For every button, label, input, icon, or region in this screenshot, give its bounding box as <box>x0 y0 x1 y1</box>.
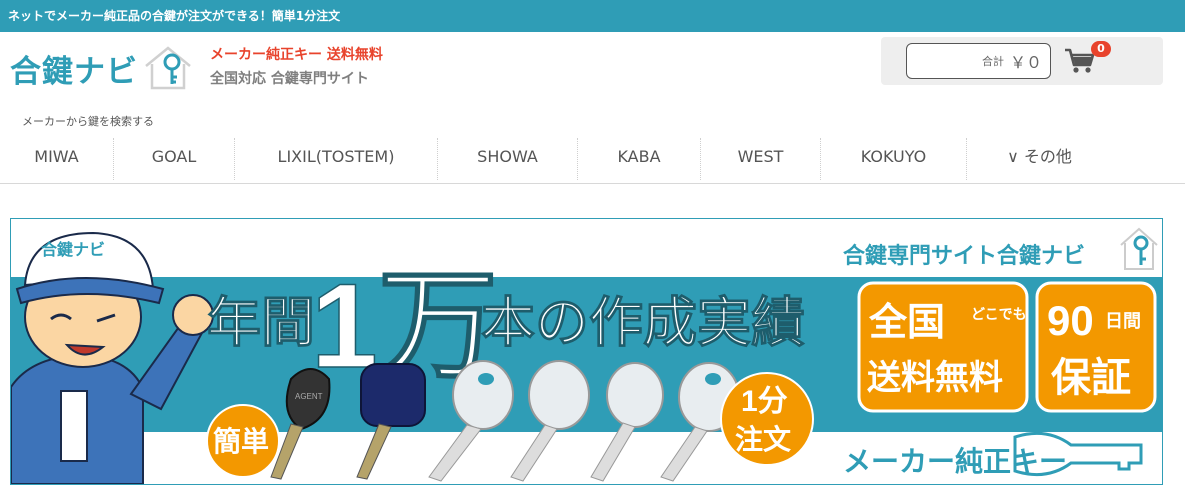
announcement-text: ネットでメーカー純正品の合鍵が注文ができる！簡単1分注文 <box>8 9 341 23</box>
shipping-anywhere: どこでも <box>971 306 1027 322</box>
nav-item-goal[interactable]: GOAL <box>114 134 234 182</box>
cart-total-value: ￥０ <box>1009 53 1042 72</box>
banner-brand: 合鍵専門サイト合鍵ナビ <box>843 243 1085 268</box>
cart-total-label: 合計 <box>981 55 1004 68</box>
warranty-days-unit: 日間 <box>1105 311 1141 331</box>
banner-house-icon <box>1120 227 1158 270</box>
order-text: 注文 <box>735 423 791 455</box>
site-header: 合鍵ナビ メーカー純正キー 送料無料 全国対応 合鍵専門サイト 合計 ￥０ 0 <box>0 32 1185 112</box>
maker-search-label: メーカーから鍵を検索する <box>22 115 154 128</box>
shipping-free: 送料無料 <box>867 359 1003 397</box>
house-key-icon <box>145 46 191 90</box>
nav-item-miwa[interactable]: MIWA <box>0 134 113 182</box>
warranty-guarantee: 保証 <box>1051 356 1131 400</box>
key-navy-image <box>356 363 426 480</box>
nav-item-kaba[interactable]: KABA <box>578 134 700 182</box>
maker-nav: MIWA GOAL LIXIL(TOSTEM) SHOWA KABA WEST … <box>0 134 1185 184</box>
top-announcement-bar: ネットでメーカー純正品の合鍵が注文ができる！簡単1分注文 <box>0 0 1185 32</box>
nav-item-other[interactable]: ∨ その他 <box>967 134 1112 182</box>
nav-item-lixil[interactable]: LIXIL(TOSTEM) <box>235 134 437 182</box>
hero-banner[interactable]: 合鍵専門サイト合鍵ナビ 合鍵ナビ 年間 1万 本の作成実績 全国 どこでも 送料… <box>10 218 1163 485</box>
cart-area: 合計 ￥０ 0 <box>881 37 1163 85</box>
hero-banner-graphic: 合鍵専門サイト合鍵ナビ 合鍵ナビ 年間 1万 本の作成実績 全国 どこでも 送料… <box>11 227 1162 484</box>
shipping-nationwide: 全国 <box>868 301 945 344</box>
genuine-key-text: メーカー純正キー <box>843 446 1067 477</box>
site-logo[interactable]: 合鍵ナビ <box>10 42 191 92</box>
nav-item-kokuyo[interactable]: KOKUYO <box>821 134 966 182</box>
cart-count-badge: 0 <box>1091 41 1111 57</box>
nav-item-west[interactable]: WEST <box>701 134 820 182</box>
nav-item-showa[interactable]: SHOWA <box>438 134 577 182</box>
headline-achievement: 本の作成実績 <box>481 293 805 353</box>
easy-badge-text: 簡単 <box>213 425 269 457</box>
warranty-days-number: 90 <box>1047 297 1094 344</box>
tagline-secondary: 全国対応 合鍵専門サイト <box>210 71 369 87</box>
cap-logo-text: 合鍵ナビ <box>41 240 105 259</box>
key-brand-label: AGENT <box>295 392 323 401</box>
tagline-primary: メーカー純正キー 送料無料 <box>210 47 383 63</box>
logo-text: 合鍵ナビ <box>10 54 138 90</box>
headline-year: 年間 <box>207 293 315 353</box>
one-minute-text: 1分 <box>741 385 788 418</box>
cart-total-box[interactable]: 合計 ￥０ <box>906 43 1051 79</box>
